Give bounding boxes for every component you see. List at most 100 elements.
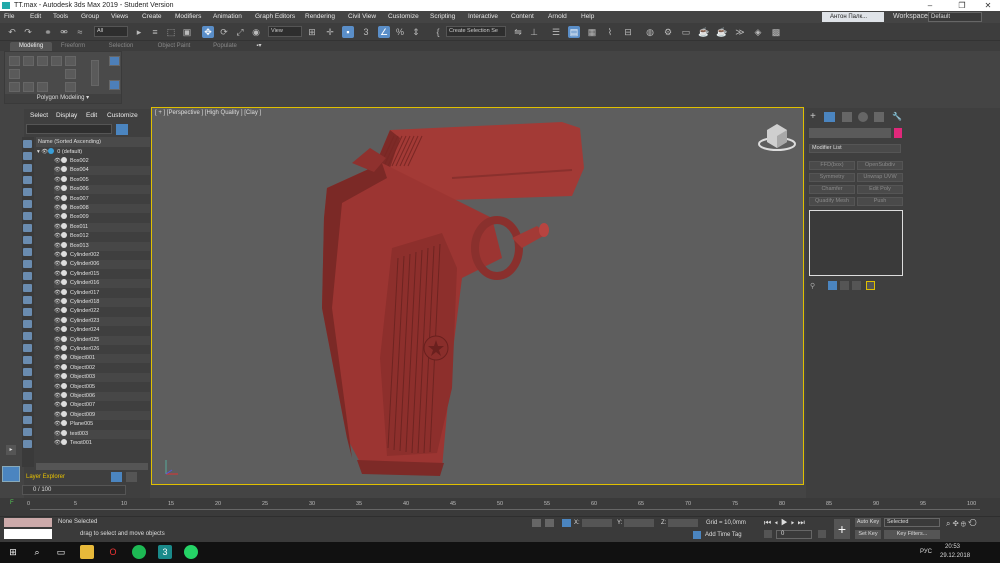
menu-group[interactable]: Group — [81, 11, 99, 23]
selection-lock-icon[interactable] — [545, 519, 554, 527]
visibility-eye-icon[interactable]: 👁 — [54, 223, 61, 232]
mini-curve-editor-icon[interactable]: F — [10, 500, 20, 510]
visibility-eye-icon[interactable]: 👁 — [54, 326, 61, 335]
select-and-move-icon[interactable]: ✥ — [202, 26, 214, 38]
scene-object-row[interactable]: 👁 Object007 — [54, 401, 150, 410]
visibility-eye-icon[interactable]: 👁 — [54, 298, 61, 307]
visibility-eye-icon[interactable]: 👁 — [54, 354, 61, 363]
polygon-mode-icon[interactable] — [51, 56, 62, 66]
explorer-filter-icon[interactable] — [23, 248, 32, 256]
visibility-eye-icon[interactable]: 👁 — [54, 195, 61, 204]
visibility-eye-icon[interactable]: 👁 — [54, 430, 61, 439]
material-editor-icon[interactable]: ◍ — [644, 26, 656, 38]
edit-poly-button[interactable]: Edit Poly — [857, 185, 903, 194]
menu-animation[interactable]: Animation — [213, 11, 242, 23]
scene-explorer-toggle-icon[interactable] — [126, 472, 137, 482]
visibility-eye-icon[interactable]: 👁 — [54, 401, 61, 410]
z-coordinate-field[interactable] — [668, 519, 698, 527]
symmetry-button[interactable]: Symmetry — [809, 173, 855, 182]
visibility-eye-icon[interactable]: 👁 — [54, 364, 61, 373]
clock-time[interactable]: 20:53 — [945, 544, 960, 550]
user-account-button[interactable]: Антон Палк... — [822, 12, 884, 22]
explorer-filter-icon[interactable] — [23, 176, 32, 184]
explorer-filter-icon[interactable] — [23, 224, 32, 232]
visibility-eye-icon[interactable]: 👁 — [54, 439, 61, 448]
tab-customize[interactable]: Customize — [107, 112, 138, 119]
key-selection-dropdown[interactable]: Selected — [884, 518, 940, 527]
perspective-viewport[interactable]: [ + ] [Perspective ] [High Quality ] [Cl… — [151, 107, 804, 485]
visibility-eye-icon[interactable]: 👁 — [54, 307, 61, 316]
scene-object-row[interactable]: 👁 Object002 — [54, 363, 150, 373]
select-object-icon[interactable]: ▸ — [133, 26, 145, 38]
whatsapp-icon[interactable] — [184, 545, 198, 559]
next-modifier-icon[interactable] — [109, 80, 120, 90]
use-soft-selection-icon[interactable] — [65, 82, 76, 92]
menu-help[interactable]: Help — [581, 11, 594, 23]
tab-selection[interactable]: Selection — [104, 42, 138, 51]
explorer-filter-icon[interactable] — [23, 404, 32, 412]
toggle-scene-explorer-icon[interactable]: ☰ — [550, 26, 562, 38]
scene-object-row[interactable]: 👁 Box013 — [54, 241, 150, 251]
scene-object-row[interactable]: 👁 Box006 — [54, 185, 150, 195]
select-and-rotate-icon[interactable]: ⟳ — [218, 26, 230, 38]
configure-modifier-sets-icon[interactable] — [866, 281, 875, 290]
toggle-ribbon-icon[interactable]: ▦ — [586, 26, 598, 38]
window-crossing-icon[interactable]: ▣ — [181, 26, 193, 38]
scene-object-row[interactable]: 👁 Cylinder025 — [54, 335, 150, 345]
close-button[interactable]: ✕ — [976, 0, 1000, 11]
minimize-button[interactable]: – — [918, 0, 942, 11]
time-slider[interactable]: 0 / 100 — [22, 485, 126, 495]
visibility-eye-icon[interactable]: 👁 — [54, 317, 61, 326]
modify-tab-icon[interactable] — [824, 112, 835, 122]
menu-modifiers[interactable]: Modifiers — [175, 11, 201, 23]
chamfer-button[interactable]: Chamfer — [809, 185, 855, 194]
explorer-search-input[interactable] — [26, 124, 112, 134]
scene-object-row[interactable]: 👁 Box007 — [54, 194, 150, 204]
scene-object-row[interactable]: 👁 Cylinder022 — [54, 307, 150, 316]
place-icon[interactable]: ◉ — [250, 26, 262, 38]
scene-object-row[interactable]: 👁 Cylinder024 — [54, 326, 150, 335]
visibility-eye-icon[interactable]: 👁 — [54, 176, 61, 185]
menu-file[interactable]: File — [4, 11, 14, 23]
menu-customize[interactable]: Customize — [388, 11, 419, 23]
menu-content[interactable]: Content — [511, 11, 534, 23]
scene-object-row[interactable]: 👁 Cylinder006 — [54, 260, 150, 270]
visibility-eye-icon[interactable]: 👁 — [54, 392, 61, 401]
object-color-swatch[interactable] — [894, 128, 902, 138]
scene-object-row[interactable]: 👁 Box002 — [54, 157, 150, 166]
explorer-filter-icon[interactable] — [23, 308, 32, 316]
undo-icon[interactable]: ↶ — [6, 26, 18, 38]
key-mode-icon[interactable] — [764, 530, 772, 538]
explorer-filter-icon[interactable] — [23, 368, 32, 376]
toggle-command-panel-icon[interactable] — [37, 82, 48, 92]
tab-display[interactable]: Display — [56, 112, 77, 119]
mirror-icon[interactable]: ⇋ — [512, 26, 524, 38]
viewport-navigation-icons[interactable]: ⌕✥⊕⟲ — [946, 519, 996, 539]
menu-tools[interactable]: Tools — [53, 11, 68, 23]
explorer-filter-icon[interactable] — [23, 332, 32, 340]
scene-object-row[interactable]: 👁 Текst001 — [54, 439, 150, 448]
menu-views[interactable]: Views — [111, 11, 128, 23]
column-header-name[interactable]: Name (Sorted Ascending) — [36, 137, 150, 147]
scene-object-row[interactable]: 👁 Object005 — [54, 382, 150, 392]
explorer-filter-icon[interactable] — [23, 152, 32, 160]
scene-object-row[interactable]: 👁 Plane005 — [54, 420, 150, 429]
timeline-track[interactable]: 0 5 10 15 20 25 30 35 40 45 50 55 60 65 70 75 80 85 90 95 10… — [27, 501, 980, 510]
menu-interactive[interactable]: Interactive — [468, 11, 498, 23]
3dsmax-icon[interactable]: 3 — [158, 545, 172, 559]
render-production-icon[interactable]: ☕ — [698, 26, 710, 38]
display-tab-icon[interactable] — [874, 112, 884, 122]
scene-object-row[interactable]: 👁 Box009 — [54, 213, 150, 222]
visibility-eye-icon[interactable]: 👁 — [54, 185, 61, 194]
visibility-eye-icon[interactable]: 👁 — [54, 251, 61, 260]
isolate-selection-icon[interactable] — [532, 519, 541, 527]
workspace-dropdown[interactable]: Default — [928, 12, 982, 22]
explorer-filter-icon[interactable] — [23, 140, 32, 148]
explorer-filter-icon[interactable] — [23, 164, 32, 172]
percent-snap-icon[interactable]: % — [394, 26, 406, 38]
reference-coordinate-dropdown[interactable]: View — [268, 26, 302, 37]
explorer-filter-icon[interactable] — [23, 380, 32, 388]
visibility-eye-icon[interactable]: 👁 — [54, 411, 61, 420]
explorer-filter-icon[interactable] — [23, 416, 32, 424]
spinner-snap-icon[interactable]: ⇕ — [410, 26, 422, 38]
